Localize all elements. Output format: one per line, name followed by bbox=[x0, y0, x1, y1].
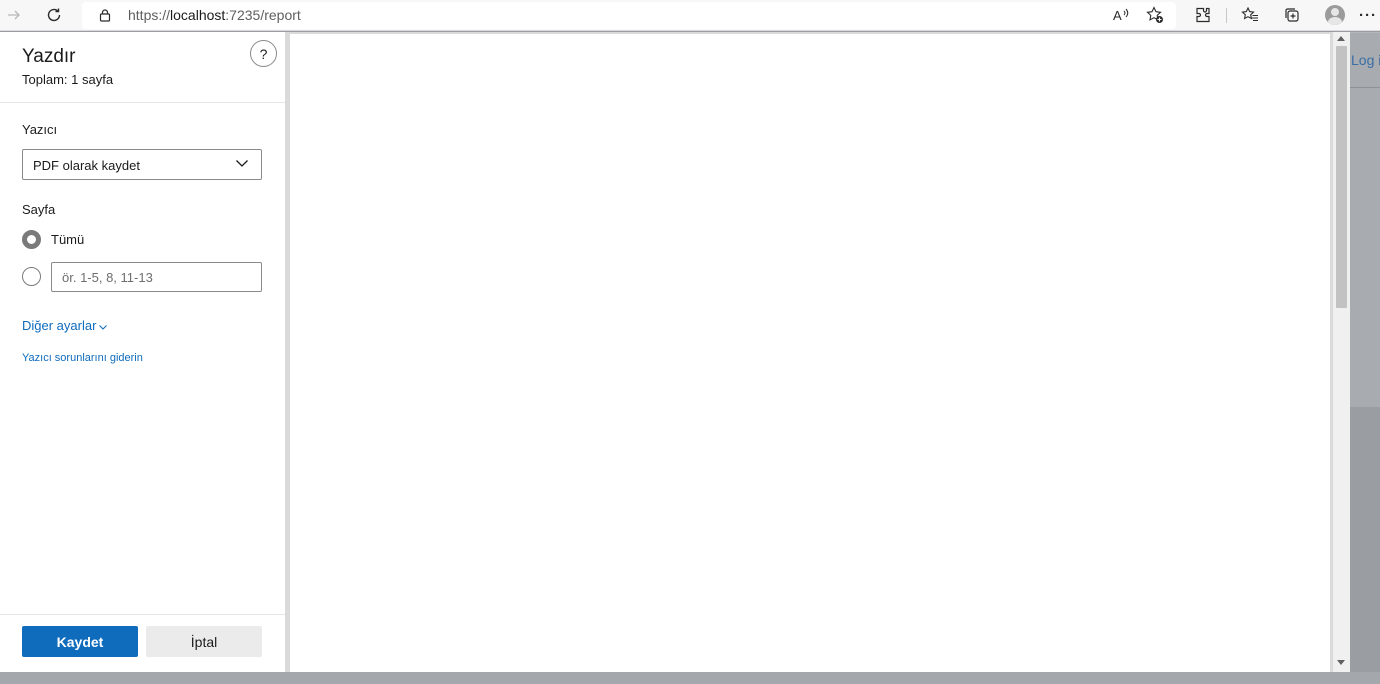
favorites-icon[interactable] bbox=[1237, 3, 1263, 27]
more-settings-label: Diğer ayarlar bbox=[22, 318, 97, 333]
chevron-down-icon bbox=[236, 160, 248, 167]
browser-toolbar: https://localhost:7235/report A ··· bbox=[0, 0, 1380, 31]
address-url: https://localhost:7235/report bbox=[128, 7, 301, 23]
help-icon: ? bbox=[259, 45, 268, 62]
read-aloud-icon[interactable]: A bbox=[1108, 3, 1134, 27]
chevron-down-icon bbox=[99, 324, 108, 330]
refresh-icon[interactable] bbox=[41, 3, 67, 27]
lock-icon[interactable] bbox=[92, 3, 118, 27]
preview-scrollbar[interactable] bbox=[1333, 32, 1350, 672]
print-settings-panel: Yazdır Toplam: 1 sayfa ? Yazıcı PDF olar… bbox=[0, 32, 285, 672]
print-title: Yazdır bbox=[22, 46, 76, 67]
save-button[interactable]: Kaydet bbox=[22, 626, 138, 657]
troubleshoot-link[interactable]: Yazıcı sorunlarını giderin bbox=[22, 352, 143, 364]
pages-range-input[interactable] bbox=[51, 262, 262, 292]
pages-label: Sayfa bbox=[22, 202, 56, 217]
url-path: :7235/report bbox=[225, 7, 301, 23]
more-settings-link[interactable]: Diğer ayarlar bbox=[22, 318, 108, 333]
url-scheme: https:// bbox=[128, 7, 171, 23]
more-menu-icon[interactable]: ··· bbox=[1355, 3, 1380, 27]
print-dialog: Yazdır Toplam: 1 sayfa ? Yazıcı PDF olar… bbox=[0, 32, 1350, 672]
header-divider bbox=[0, 102, 285, 103]
forward-arrow-icon[interactable] bbox=[1, 3, 27, 27]
pages-range-radio[interactable] bbox=[22, 267, 41, 286]
bottom-backdrop bbox=[0, 672, 1380, 684]
toolbar-separator bbox=[1226, 8, 1227, 23]
extensions-icon[interactable] bbox=[1190, 3, 1216, 27]
pages-all-radio[interactable] bbox=[22, 230, 41, 249]
scroll-thumb[interactable] bbox=[1336, 46, 1347, 308]
help-button[interactable]: ? bbox=[250, 40, 277, 67]
background-login-link: Log in bbox=[1351, 52, 1380, 68]
collections-icon[interactable] bbox=[1279, 3, 1305, 27]
address-bar[interactable]: https://localhost:7235/report A bbox=[82, 2, 1176, 29]
printer-select-value: PDF olarak kaydet bbox=[33, 158, 140, 173]
preview-page bbox=[290, 34, 1330, 672]
printer-select[interactable]: PDF olarak kaydet bbox=[22, 149, 262, 180]
page-count: Toplam: 1 sayfa bbox=[22, 72, 114, 87]
add-favorite-icon[interactable] bbox=[1142, 3, 1168, 27]
svg-text:A: A bbox=[1113, 8, 1122, 23]
pages-all-label[interactable]: Tümü bbox=[51, 232, 84, 247]
print-preview-area bbox=[285, 32, 1350, 672]
background-page bbox=[1350, 32, 1380, 407]
url-host: localhost bbox=[170, 7, 226, 23]
profile-avatar-icon[interactable] bbox=[1325, 5, 1345, 25]
scroll-up-icon[interactable] bbox=[1337, 36, 1345, 41]
scroll-down-icon[interactable] bbox=[1337, 660, 1345, 665]
background-divider bbox=[1350, 87, 1380, 88]
printer-label: Yazıcı bbox=[22, 122, 58, 137]
footer-divider bbox=[0, 614, 285, 615]
cancel-button[interactable]: İptal bbox=[146, 626, 262, 657]
